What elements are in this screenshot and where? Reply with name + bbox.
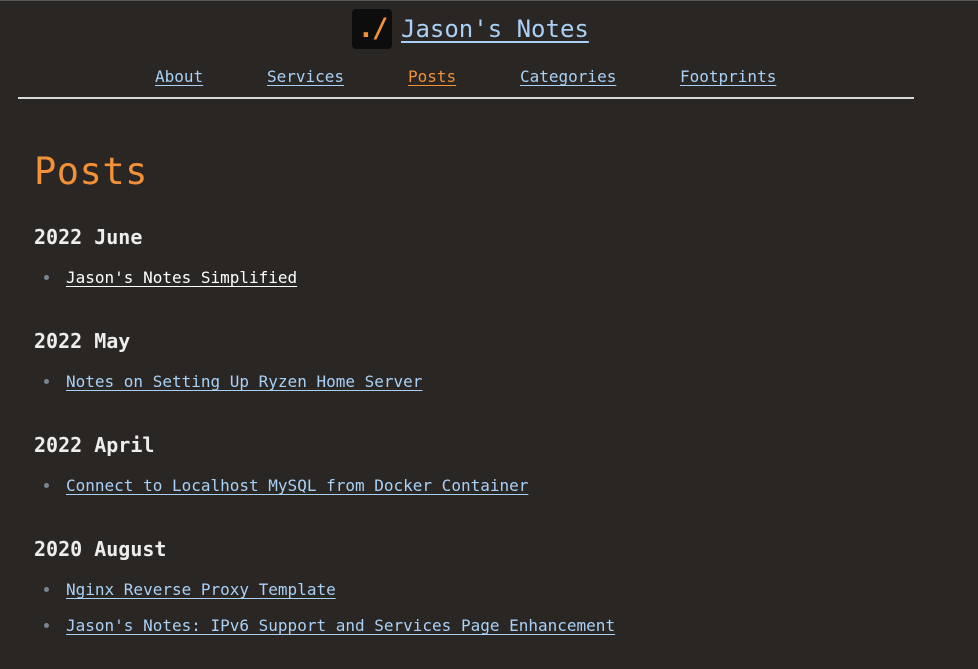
post-link[interactable]: Jason's Notes: IPv6 Support and Services…	[66, 616, 615, 635]
nav-categories-link[interactable]: Categories	[520, 67, 616, 86]
nav-footprints-link[interactable]: Footprints	[680, 67, 776, 86]
post-list: Jason's Notes Simplified	[34, 266, 934, 302]
post-list-item: Jason's Notes: IPv6 Support and Services…	[34, 614, 934, 650]
post-list-item: Connect to Localhost MySQL from Docker C…	[34, 474, 934, 510]
post-list: Notes on Setting Up Ryzen Home Server	[34, 370, 934, 406]
post-link[interactable]: Connect to Localhost MySQL from Docker C…	[66, 476, 528, 495]
site-header: ./ Jason's Notes About Services Posts Ca…	[18, 1, 914, 99]
archive-month-group: 2022 April Connect to Localhost MySQL fr…	[34, 433, 934, 537]
page-title: Posts	[34, 150, 148, 193]
archive-month-group: 2022 May Notes on Setting Up Ryzen Home …	[34, 329, 934, 433]
post-link[interactable]: Notes on Setting Up Ryzen Home Server	[66, 372, 422, 391]
post-list: Connect to Localhost MySQL from Docker C…	[34, 474, 934, 510]
nav-services-link[interactable]: Services	[267, 67, 344, 86]
bullet-icon	[44, 379, 49, 384]
page-frame: ./ Jason's Notes About Services Posts Ca…	[0, 0, 978, 669]
post-list-item: Notes on Setting Up Ryzen Home Server	[34, 370, 934, 406]
archive-month-heading: 2022 June	[34, 225, 143, 249]
bullet-icon	[44, 275, 49, 280]
post-list-item: Jason's Notes Simplified	[34, 266, 934, 302]
post-archive: 2022 June Jason's Notes Simplified 2022 …	[34, 225, 934, 641]
post-list: Nginx Reverse Proxy Template Jason's Not…	[34, 578, 934, 650]
bullet-icon	[44, 587, 49, 592]
post-link[interactable]: Nginx Reverse Proxy Template	[66, 580, 336, 599]
bullet-icon	[44, 483, 49, 488]
nav-posts-link[interactable]: Posts	[408, 67, 456, 86]
archive-month-heading: 2020 August	[34, 537, 167, 561]
terminal-logo-icon: ./	[352, 9, 392, 49]
archive-month-heading: 2022 May	[34, 329, 131, 353]
archive-month-heading: 2022 April	[34, 433, 155, 457]
post-link[interactable]: Jason's Notes Simplified	[66, 268, 297, 287]
nav-about-link[interactable]: About	[155, 67, 203, 86]
post-list-item: Nginx Reverse Proxy Template	[34, 578, 934, 614]
archive-month-group: 2022 June Jason's Notes Simplified	[34, 225, 934, 329]
bullet-icon	[44, 623, 49, 628]
site-title[interactable]: Jason's Notes	[401, 9, 589, 49]
site-home-link[interactable]: ./ Jason's Notes	[352, 9, 589, 49]
archive-month-group: 2020 August Nginx Reverse Proxy Template…	[34, 537, 934, 641]
